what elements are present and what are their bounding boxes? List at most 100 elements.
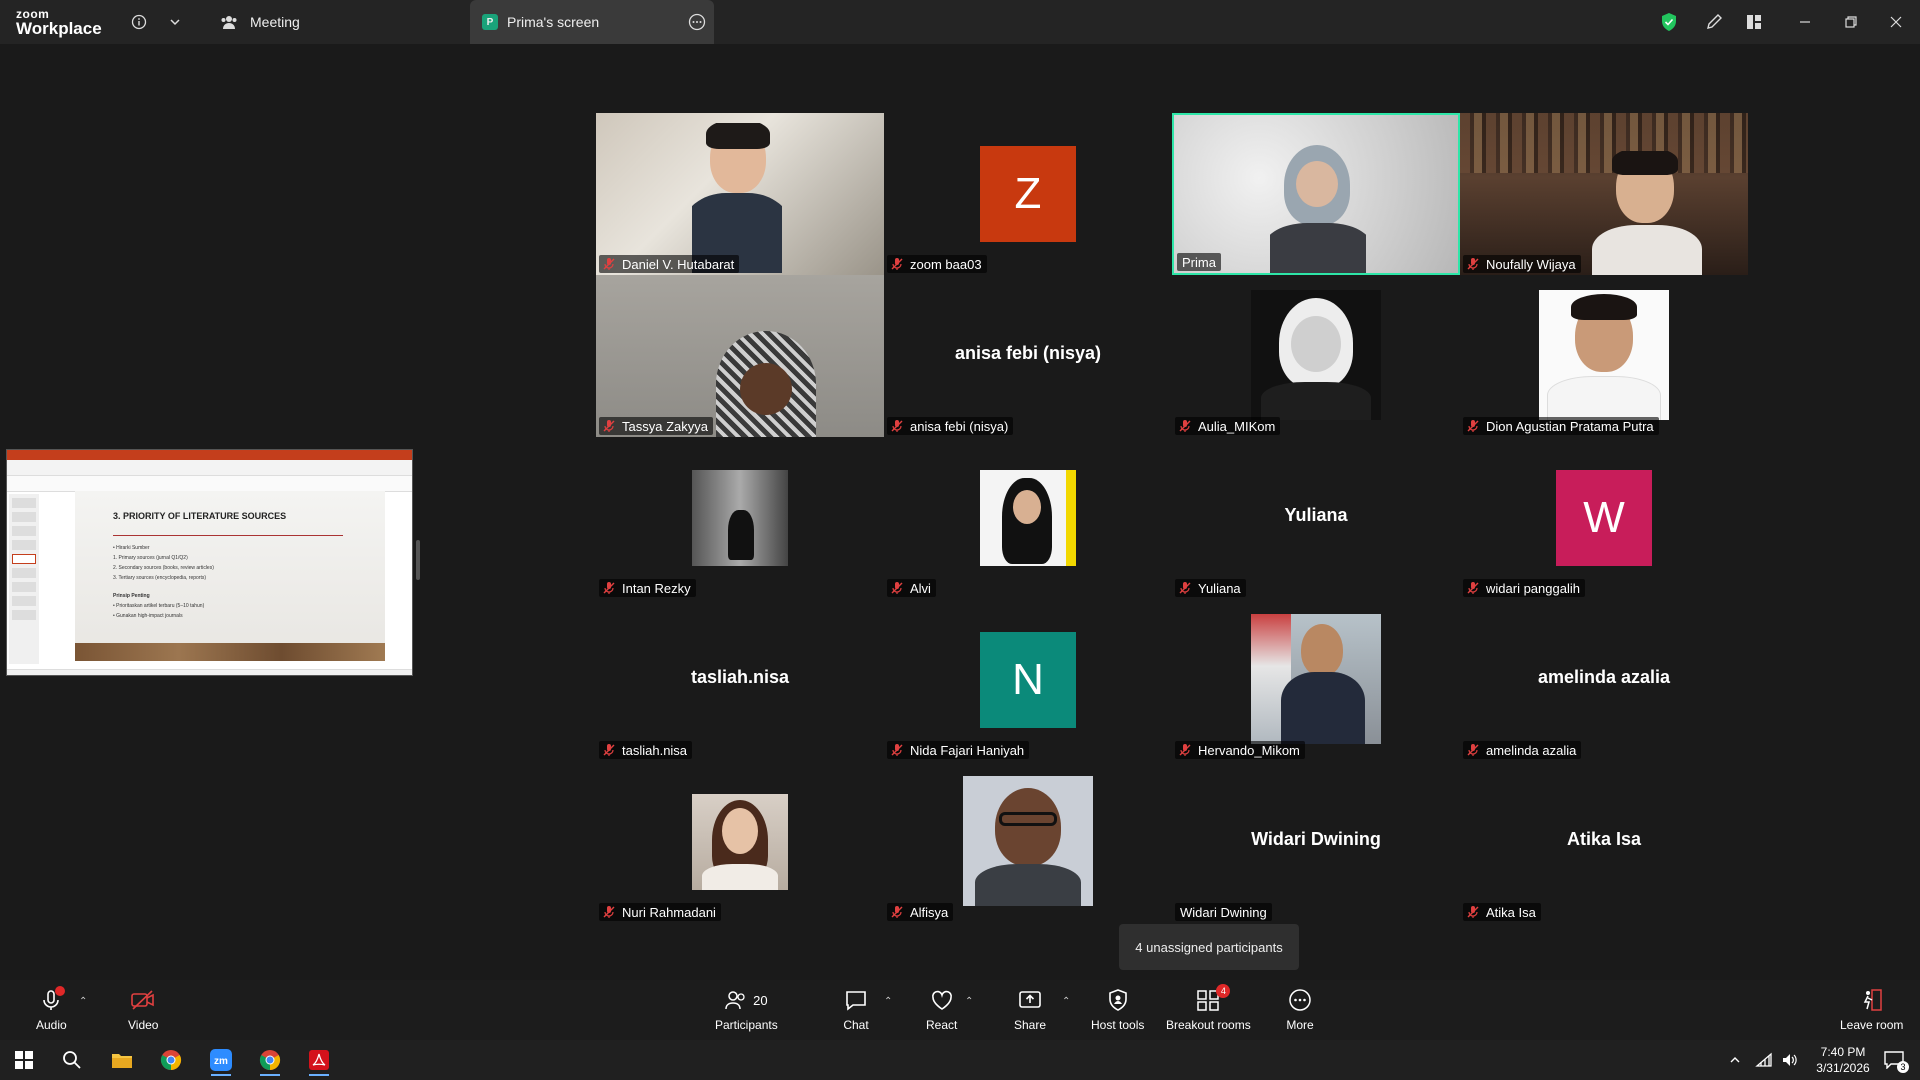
react-caret-icon[interactable]: ⌃ <box>965 996 973 1007</box>
profile-photo <box>692 794 788 890</box>
restore-icon[interactable] <box>1839 10 1863 34</box>
windows-taskbar: zm 7:40 PM 3/31/2026 3 <box>0 1040 1920 1080</box>
participant-tile[interactable]: Nuri Rahmadani <box>596 761 884 923</box>
more-label: More <box>1286 1018 1314 1032</box>
logo-bottom-text: Workplace <box>16 19 102 38</box>
audio-caret-icon[interactable]: ⌃ <box>79 996 87 1007</box>
participant-tile[interactable]: Daniel V. Hutabarat <box>596 113 884 275</box>
participant-tile[interactable]: Aulia_MIKom <box>1172 275 1460 437</box>
clock-time: 7:40 PM <box>1820 1045 1866 1059</box>
breakout-rooms-button[interactable]: 4 Breakout rooms <box>1166 984 1251 1032</box>
participant-tile[interactable]: Widari Dwining Widari Dwining <box>1172 761 1460 923</box>
search-icon[interactable] <box>54 1044 90 1076</box>
participant-name: Daniel V. Hutabarat <box>599 255 740 273</box>
ppt-slide: 3. PRIORITY OF LITERATURE SOURCES • Hira… <box>75 491 385 661</box>
notification-icon[interactable]: 3 <box>1876 1044 1912 1076</box>
participant-tile[interactable]: Alfisya <box>884 761 1172 923</box>
clock[interactable]: 7:40 PM 3/31/2026 <box>1808 1044 1878 1076</box>
tray-expand-icon[interactable] <box>1725 1044 1745 1076</box>
audio-button[interactable]: Audio <box>36 986 67 1032</box>
resize-handle[interactable] <box>416 540 420 580</box>
chrome-icon[interactable] <box>153 1044 189 1076</box>
mic-off-icon <box>891 906 903 918</box>
heart-icon <box>931 990 952 1010</box>
video-label: Video <box>128 1018 159 1032</box>
minimize-icon[interactable] <box>1793 10 1817 34</box>
participant-tile[interactable]: Hervando_Mikom <box>1172 599 1460 761</box>
participant-name: zoom baa03 <box>887 255 987 273</box>
participant-tile[interactable]: tasliah.nisa tasliah.nisa <box>596 599 884 761</box>
volume-icon[interactable] <box>1778 1044 1802 1076</box>
wifi-icon[interactable] <box>1752 1044 1776 1076</box>
react-label: React <box>926 1018 958 1032</box>
svg-text:zm: zm <box>214 1056 228 1067</box>
ppt-statusbar <box>7 669 412 675</box>
tab-prima-screen[interactable]: P Prima's screen <box>470 0 714 44</box>
participants-count: 20 <box>753 992 768 1008</box>
chevron-down-icon[interactable] <box>163 10 187 34</box>
participant-tile[interactable]: Yuliana Yuliana <box>1172 437 1460 599</box>
share-caret-icon[interactable]: ⌃ <box>1062 996 1070 1007</box>
avatar: N <box>980 632 1076 728</box>
leave-icon <box>1863 989 1882 1011</box>
participant-tile[interactable]: Z zoom baa03 <box>884 113 1172 275</box>
pdf-reader-icon[interactable] <box>301 1044 337 1076</box>
mic-off-icon <box>603 744 615 756</box>
participants-button[interactable]: 20 Participants <box>715 986 778 1032</box>
notification-count: 3 <box>1897 1061 1909 1073</box>
participant-tile[interactable]: Intan Rezky <box>596 437 884 599</box>
ppt-ribbon-tabs <box>7 460 412 476</box>
shield-check-icon[interactable] <box>1657 10 1681 34</box>
participant-tile-active-speaker[interactable]: Prima <box>1172 113 1460 275</box>
chat-button[interactable]: Chat <box>842 986 870 1032</box>
participant-tile[interactable]: Noufally Wijaya <box>1460 113 1748 275</box>
leave-room-button[interactable]: Leave room <box>1840 986 1903 1032</box>
share-button[interactable]: Share <box>1014 986 1046 1032</box>
slide-title: 3. PRIORITY OF LITERATURE SOURCES <box>113 511 287 521</box>
close-icon[interactable] <box>1884 10 1908 34</box>
participant-tile[interactable]: W widari panggalih <box>1460 437 1748 599</box>
shield-icon <box>1108 989 1127 1011</box>
participant-tile[interactable]: Atika Isa Atika Isa <box>1460 761 1748 923</box>
breakout-label: Breakout rooms <box>1166 1018 1251 1032</box>
info-icon[interactable] <box>127 10 151 34</box>
mic-off-icon <box>1179 744 1191 756</box>
zoom-app-icon[interactable]: zm <box>203 1044 239 1076</box>
alert-badge <box>55 986 66 996</box>
participant-tile[interactable]: Tassya Zakyya <box>596 275 884 437</box>
pencil-icon[interactable] <box>1702 10 1726 34</box>
participants-icon <box>725 991 745 1010</box>
file-explorer-icon[interactable] <box>104 1044 140 1076</box>
windows-start-icon[interactable] <box>6 1044 42 1076</box>
clock-date: 3/31/2026 <box>1816 1061 1870 1075</box>
more-button[interactable]: More <box>1286 986 1314 1032</box>
more-options-icon[interactable] <box>688 13 706 31</box>
participant-display-name: Widari Dwining <box>1251 829 1381 849</box>
video-button[interactable]: Video <box>128 986 158 1032</box>
chat-caret-icon[interactable]: ⌃ <box>884 996 892 1007</box>
tab-screen-label: Prima's screen <box>507 14 600 30</box>
mic-off-icon <box>603 420 615 432</box>
participant-name: Nida Fajari Haniyah <box>887 741 1030 759</box>
profile-photo <box>1251 290 1381 420</box>
shared-screen-thumbnail[interactable]: 3. PRIORITY OF LITERATURE SOURCES • Hira… <box>6 449 413 676</box>
layout-icon[interactable] <box>1742 10 1766 34</box>
participant-tile[interactable]: Alvi <box>884 437 1172 599</box>
react-button[interactable]: React <box>926 986 957 1032</box>
tab-meeting[interactable]: Meeting <box>214 0 464 44</box>
more-icon <box>1289 989 1311 1011</box>
host-tools-button[interactable]: Host tools <box>1091 986 1144 1032</box>
screen-badge: P <box>482 14 498 30</box>
participant-display-name: anisa febi (nisya) <box>954 343 1102 363</box>
mic-off-icon <box>603 906 615 918</box>
participant-tile[interactable]: anisa febi (nisya) anisa febi (nisya) <box>884 275 1172 437</box>
participant-tile[interactable]: amelinda azalia amelinda azalia <box>1460 599 1748 761</box>
chrome-profile-icon[interactable] <box>252 1044 288 1076</box>
participant-name: Widari Dwining <box>1175 903 1272 921</box>
participant-tile[interactable]: N Nida Fajari Haniyah <box>884 599 1172 761</box>
participant-name: tasliah.nisa <box>599 741 693 759</box>
video-feed <box>706 331 826 437</box>
video-feed <box>1592 151 1702 275</box>
chat-label: Chat <box>843 1018 869 1032</box>
participant-tile[interactable]: Dion Agustian Pratama Putra <box>1460 275 1748 437</box>
